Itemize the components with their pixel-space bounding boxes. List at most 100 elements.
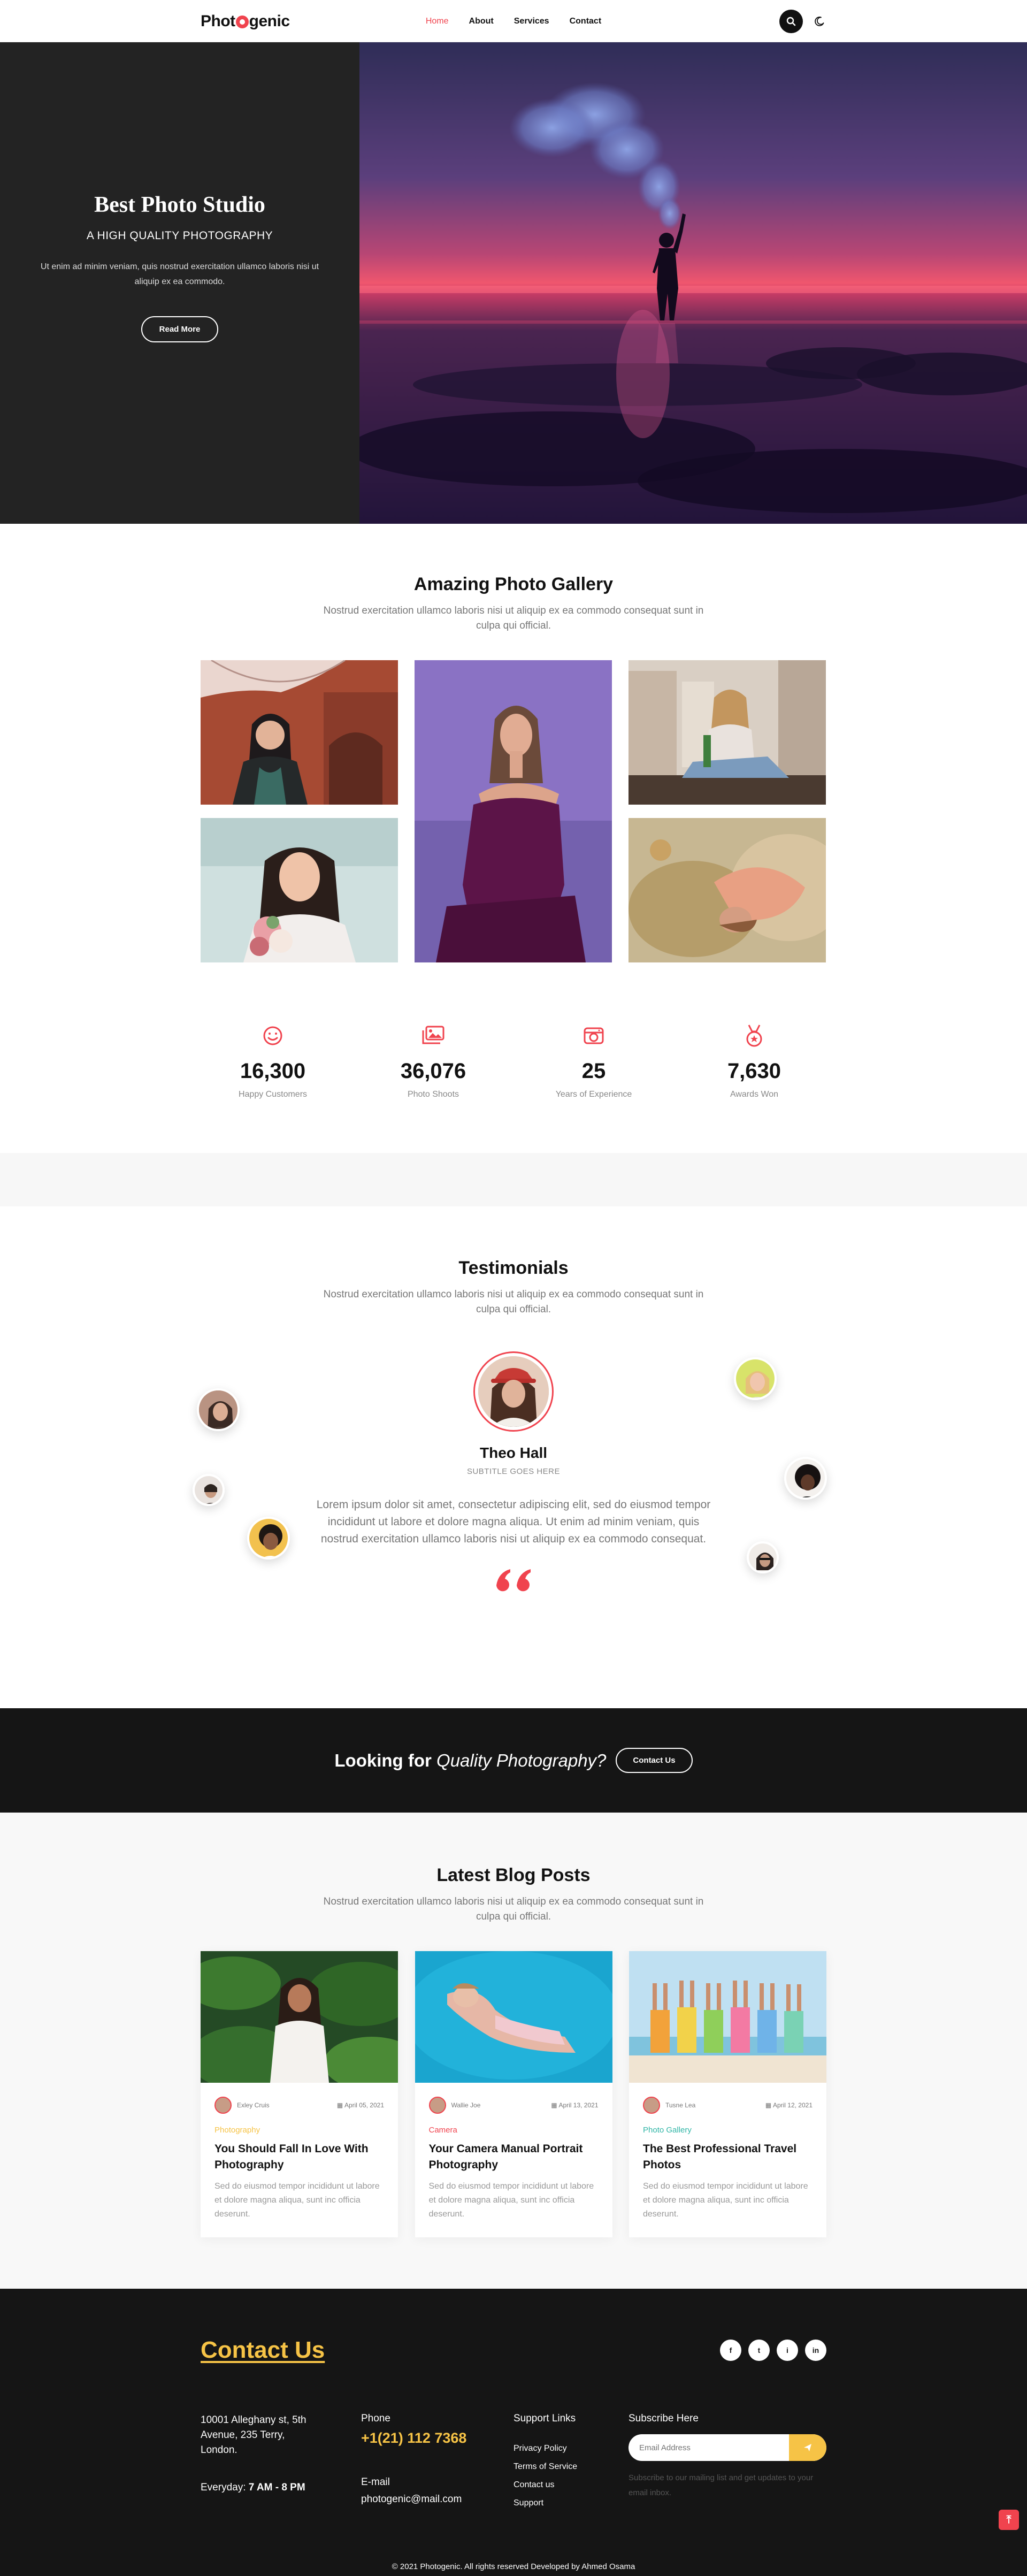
post-title[interactable]: You Should Fall In Love With Photography bbox=[214, 2141, 384, 2173]
post-author[interactable]: Exley Cruis bbox=[214, 2097, 270, 2114]
blog-card[interactable]: Exley Cruis ▦ April 05, 2021 Photography… bbox=[201, 1951, 398, 2237]
images-icon bbox=[422, 1026, 444, 1044]
post-date: ▦ April 05, 2021 bbox=[336, 2101, 384, 2109]
facebook-icon[interactable]: f bbox=[720, 2340, 741, 2361]
link-support[interactable]: Support bbox=[514, 2498, 629, 2508]
gallery-photo-lying[interactable] bbox=[629, 818, 826, 962]
post-title[interactable]: The Best Professional Travel Photos bbox=[643, 2141, 813, 2173]
photo-gallery bbox=[201, 660, 826, 962]
blog-card[interactable]: Tusne Lea ▦ April 12, 2021 Photo Gallery… bbox=[629, 1951, 826, 2237]
subscribe-button[interactable] bbox=[789, 2434, 826, 2461]
search-icon bbox=[786, 17, 796, 26]
client-avatar[interactable] bbox=[197, 1388, 240, 1431]
post-date: ▦ April 12, 2021 bbox=[765, 2101, 813, 2109]
client-avatar[interactable] bbox=[734, 1357, 777, 1400]
gallery-photo-bride[interactable] bbox=[201, 818, 398, 962]
umbrella-woman-photo bbox=[201, 660, 398, 805]
moon-icon bbox=[815, 16, 824, 26]
post-author[interactable]: Wallie Joe bbox=[428, 2097, 481, 2114]
read-more-button[interactable]: Read More bbox=[141, 316, 219, 342]
client-avatar[interactable] bbox=[247, 1517, 290, 1560]
calendar-icon: ▦ bbox=[336, 2101, 344, 2109]
post-excerpt: Sed do eiusmod tempor incididunt ut labo… bbox=[214, 2182, 380, 2219]
blog-card-image[interactable] bbox=[201, 1951, 398, 2083]
nav-about[interactable]: About bbox=[459, 17, 504, 26]
hero-section: Best Photo Studio A HIGH QUALITY PHOTOGR… bbox=[0, 42, 1027, 524]
testimonials-desc: Nostrud exercitation ullamco laboris nis… bbox=[323, 1289, 704, 1315]
purple-dress-woman-photo bbox=[415, 660, 612, 962]
phone-label: Phone bbox=[361, 2413, 390, 2424]
gallery-photo-purple-dress[interactable] bbox=[415, 660, 612, 962]
lying-woman-photo bbox=[629, 818, 826, 962]
author-avatar bbox=[428, 2097, 446, 2114]
gallery-photo-umbrella[interactable] bbox=[201, 660, 398, 805]
main-nav: Home About Services Contact bbox=[416, 17, 611, 26]
gallery-desc: Nostrud exercitation ullamco laboris nis… bbox=[323, 605, 704, 631]
author-avatar bbox=[643, 2097, 660, 2114]
stat-label: Photo Shoots bbox=[407, 1090, 459, 1099]
post-excerpt: Sed do eiusmod tempor incididunt ut labo… bbox=[643, 2182, 808, 2219]
post-category[interactable]: Photography bbox=[214, 2126, 384, 2135]
post-category[interactable]: Camera bbox=[429, 2126, 599, 2135]
link-contact-us[interactable]: Contact us bbox=[514, 2480, 629, 2490]
link-terms-of-service[interactable]: Terms of Service bbox=[514, 2462, 629, 2472]
testimonial-avatar bbox=[473, 1351, 554, 1432]
stat-photo-shoots: 36,076 Photo Shoots bbox=[353, 1024, 514, 1099]
client-avatar[interactable] bbox=[747, 1541, 779, 1573]
send-icon bbox=[804, 2444, 811, 2451]
author-avatar bbox=[214, 2097, 232, 2114]
subscribe-title: Subscribe Here bbox=[629, 2413, 699, 2424]
quote-icon bbox=[496, 1569, 531, 1592]
logo-text-end: genic bbox=[249, 12, 290, 30]
gallery-photo-city[interactable] bbox=[629, 660, 826, 805]
testimonial-card: Theo Hall SUBTITLE GOES HERE Lorem ipsum… bbox=[0, 1351, 1027, 1595]
post-category[interactable]: Photo Gallery bbox=[643, 2126, 813, 2135]
smile-icon bbox=[263, 1026, 282, 1045]
instagram-icon[interactable]: i bbox=[777, 2340, 798, 2361]
client-avatar[interactable] bbox=[784, 1457, 827, 1500]
hero-image bbox=[359, 42, 1027, 524]
author-name: Wallie Joe bbox=[451, 2101, 481, 2109]
client-avatar[interactable] bbox=[193, 1474, 225, 1506]
blog-card[interactable]: Wallie Joe ▦ April 13, 2021 Camera Your … bbox=[415, 1951, 612, 2237]
back-to-top-button[interactable]: ⤒ bbox=[999, 2510, 1019, 2530]
testimonial-text: Lorem ipsum dolor sit amet, consectetur … bbox=[316, 1499, 711, 1545]
gallery-title: Amazing Photo Gallery bbox=[413, 574, 614, 594]
subscribe-email-input[interactable] bbox=[629, 2443, 789, 2452]
stats-section: 16,300 Happy Customers 36,076 Photo Shoo… bbox=[193, 1024, 834, 1099]
contact-us-button[interactable]: Contact Us bbox=[616, 1748, 693, 1773]
post-title[interactable]: Your Camera Manual Portrait Photography bbox=[429, 2141, 599, 2173]
cta-banner: Looking for Quality Photography? Contact… bbox=[0, 1708, 1027, 1813]
nav-contact[interactable]: Contact bbox=[560, 17, 612, 26]
email-label: E-mail bbox=[361, 2476, 390, 2488]
calendar-icon: ▦ bbox=[765, 2101, 773, 2109]
search-button[interactable] bbox=[779, 9, 803, 33]
blog-card-image[interactable] bbox=[415, 1951, 612, 2083]
nav-home[interactable]: Home bbox=[416, 17, 459, 26]
site-header: Phot genic Home About Services Contact bbox=[0, 0, 1027, 42]
section-divider bbox=[0, 1153, 1027, 1206]
stat-years-experience: 25 Years of Experience bbox=[514, 1024, 674, 1099]
author-name: Tusne Lea bbox=[665, 2101, 696, 2109]
hero-text: Ut enim ad minim veniam, quis nostrud ex… bbox=[40, 262, 319, 286]
testimonial-subtitle: SUBTITLE GOES HERE bbox=[466, 1467, 561, 1476]
stat-number: 25 bbox=[581, 1059, 606, 1083]
dark-mode-toggle[interactable] bbox=[813, 14, 826, 28]
blog-desc: Nostrud exercitation ullamco laboris nis… bbox=[323, 1896, 704, 1922]
hero-subtitle: A HIGH QUALITY PHOTOGRAPHY bbox=[86, 229, 273, 242]
blog-card-image[interactable] bbox=[629, 1951, 826, 2083]
linkedin-icon[interactable]: in bbox=[805, 2340, 826, 2361]
bride-flowers-photo bbox=[201, 818, 398, 962]
footer-contact-title[interactable]: Contact Us bbox=[201, 2337, 325, 2364]
nav-services[interactable]: Services bbox=[504, 17, 560, 26]
phone-number[interactable]: +1(21) 112 7368 bbox=[361, 2430, 514, 2447]
footer-hours: Everyday: 7 AM - 8 PM bbox=[201, 2482, 305, 2493]
email-address[interactable]: photogenic@mail.com bbox=[361, 2494, 514, 2505]
link-privacy-policy[interactable]: Privacy Policy bbox=[514, 2444, 629, 2453]
logo[interactable]: Phot genic bbox=[201, 12, 290, 30]
site-footer: Contact Us f t i in 10001 Alleghany st, … bbox=[0, 2289, 1027, 2576]
twitter-icon[interactable]: t bbox=[748, 2340, 770, 2361]
blog-title: Latest Blog Posts bbox=[436, 1865, 591, 1885]
post-author[interactable]: Tusne Lea bbox=[643, 2097, 695, 2114]
hero-panel: Best Photo Studio A HIGH QUALITY PHOTOGR… bbox=[0, 42, 359, 524]
